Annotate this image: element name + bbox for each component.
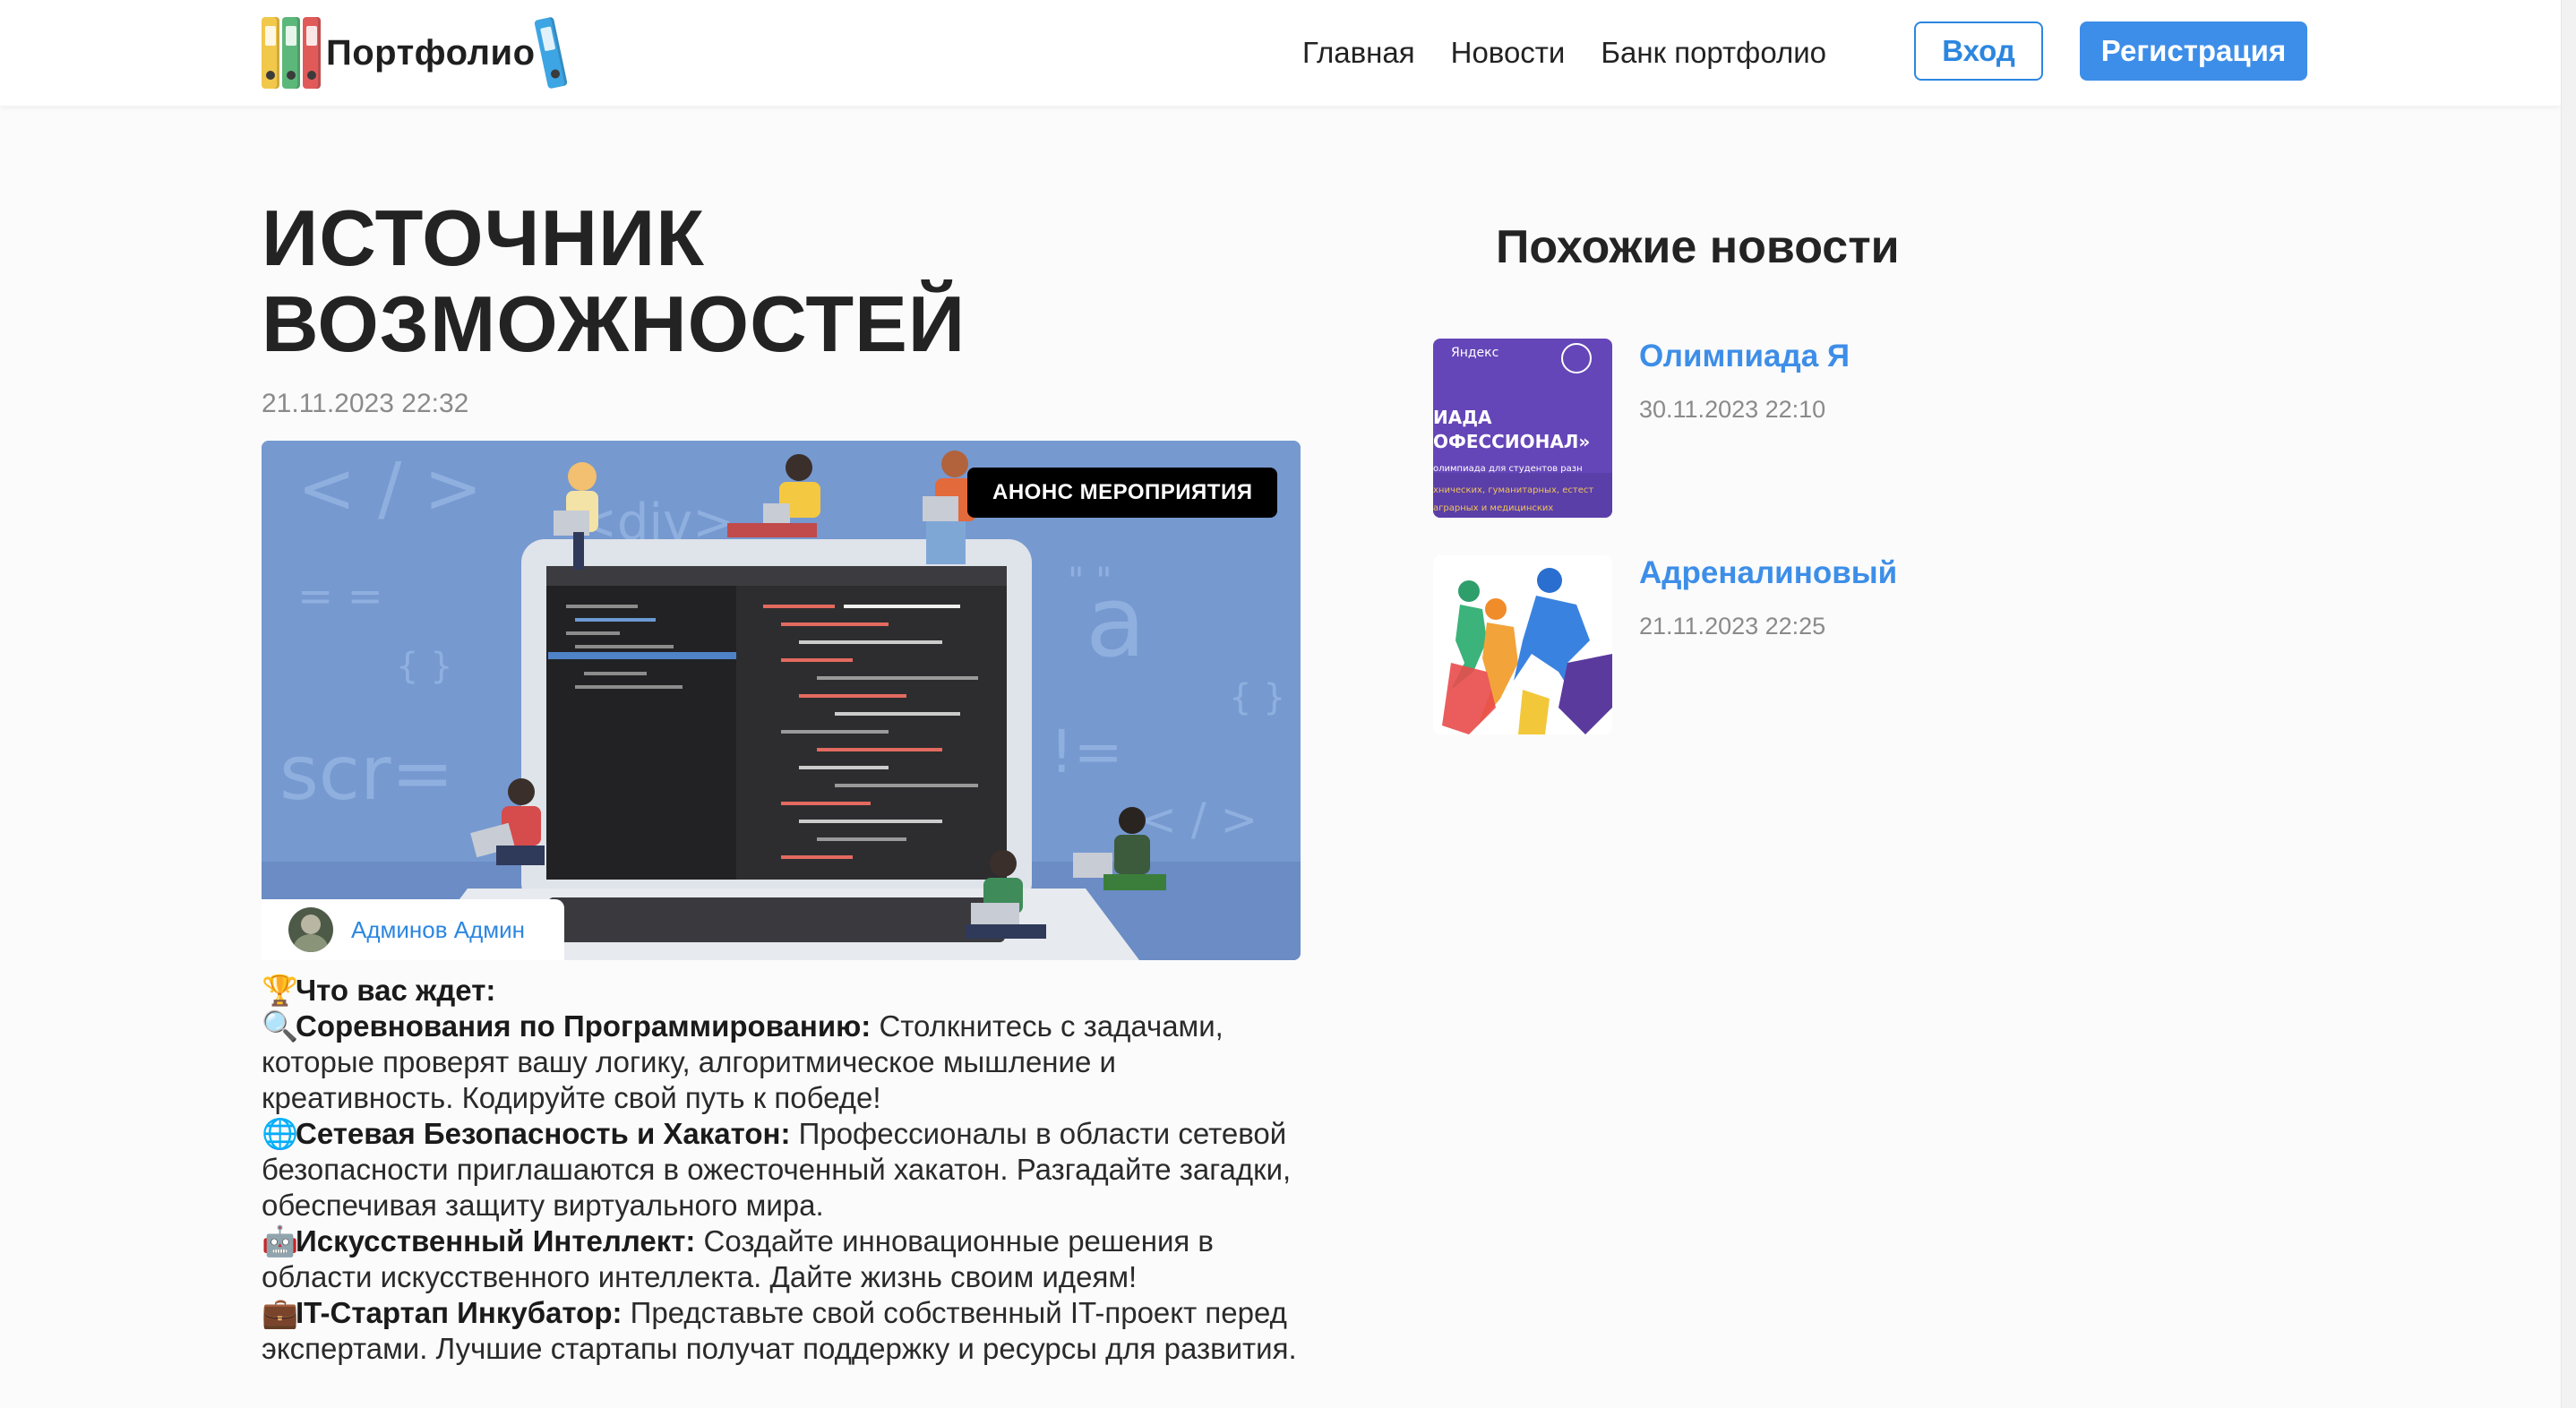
hero-braces-left: { } <box>396 646 453 687</box>
hero-neq: != <box>1050 717 1123 786</box>
related-news-item[interactable]: Адреналиновый 21.11.2023 22:25 <box>1433 555 2239 734</box>
blue-binder-icon <box>533 16 568 90</box>
trophy-icon: 🏆 <box>262 973 299 1008</box>
thumb-text-6: аграрных и медицинских <box>1433 503 1553 513</box>
thumb-text-3: ОФЕССИОНАЛ» <box>1433 431 1590 452</box>
hero-quotes: " " <box>1068 561 1112 602</box>
related-title-link[interactable]: Олимпиада Я <box>1639 339 1850 374</box>
announcement-badge: АНОНС МЕРОПРИЯТИЯ <box>967 468 1278 518</box>
thumb-text-4: олимпиада для студентов разн <box>1433 464 1583 474</box>
article-date: 21.11.2023 22:32 <box>262 389 469 418</box>
paragraph-startup: 💼IT-Стартап Инкубатор: Представьте свой … <box>262 1295 1297 1365</box>
site-logo[interactable]: Портфолио <box>262 13 568 93</box>
author-avatar <box>288 907 333 952</box>
related-news-item[interactable]: Яндекс ИАДА ОФЕССИОНАЛ» олимпиада для ст… <box>1433 339 2239 518</box>
globe-icon: 🌐 <box>262 1116 299 1151</box>
nav-news[interactable]: Новости <box>1451 36 1566 70</box>
hero-close-tag: < / > <box>1139 794 1258 846</box>
nav-home[interactable]: Главная <box>1302 36 1415 70</box>
magnifier-icon: 🔍 <box>262 1009 299 1043</box>
hero-code-tag: < / > <box>297 449 483 529</box>
article-body: 🏆Что вас ждет: 🔍Соревнования по Программ… <box>262 973 1309 1367</box>
robot-icon: 🤖 <box>262 1223 299 1258</box>
related-news-title: Похожие новости <box>1496 221 1900 273</box>
hero-eq: = = <box>297 571 383 622</box>
register-button[interactable]: Регистрация <box>2080 21 2307 81</box>
paragraph-programming: 🔍Соревнования по Программированию: Столк… <box>262 1009 1224 1114</box>
related-thumb-runners[interactable] <box>1433 555 1612 734</box>
main-nav: Главная Новости Банк портфолио <box>1302 0 1862 106</box>
thumb-text-5: хнических, гуманитарных, естест <box>1433 485 1593 495</box>
top-header: Портфолио Главная Новости Банк портфолио… <box>0 0 2562 106</box>
related-title-link[interactable]: Адреналиновый <box>1639 555 1897 591</box>
nav-portfolio-bank[interactable]: Банк портфолио <box>1601 36 1826 70</box>
login-button[interactable]: Вход <box>1914 21 2043 81</box>
thumb-text-1: Яндекс <box>1451 346 1498 360</box>
hero-scr: scr= <box>279 729 454 817</box>
author-chip[interactable]: Админов Админ <box>262 899 564 960</box>
page-scrollbar[interactable] <box>2561 0 2576 1408</box>
binders-icon <box>262 17 321 89</box>
paragraph-ai: 🤖Искусственный Интеллект: Создайте иннов… <box>262 1223 1214 1293</box>
briefcase-icon: 💼 <box>262 1295 299 1330</box>
author-name-link[interactable]: Админов Админ <box>351 916 525 944</box>
related-date: 21.11.2023 22:25 <box>1639 613 1826 640</box>
paragraph-security: 🌐Сетевая Безопасность и Хакатон: Професс… <box>262 1116 1292 1222</box>
logo-text: Портфолио <box>326 32 536 73</box>
article-title: ИСТОЧНИК ВОЗМОЖНОСТЕЙ <box>262 193 966 368</box>
related-date: 30.11.2023 22:10 <box>1639 396 1826 423</box>
paragraph-what-awaits: 🏆Что вас ждет: <box>262 973 496 1008</box>
hero-braces-right: { } <box>1229 677 1286 718</box>
article-hero-image: < / > <div> = = { } scr= a " " { } != < … <box>262 441 1301 960</box>
thumb-text-2: ИАДА <box>1433 407 1492 428</box>
related-thumb-olympiad[interactable]: Яндекс ИАДА ОФЕССИОНАЛ» олимпиада для ст… <box>1433 339 1612 518</box>
